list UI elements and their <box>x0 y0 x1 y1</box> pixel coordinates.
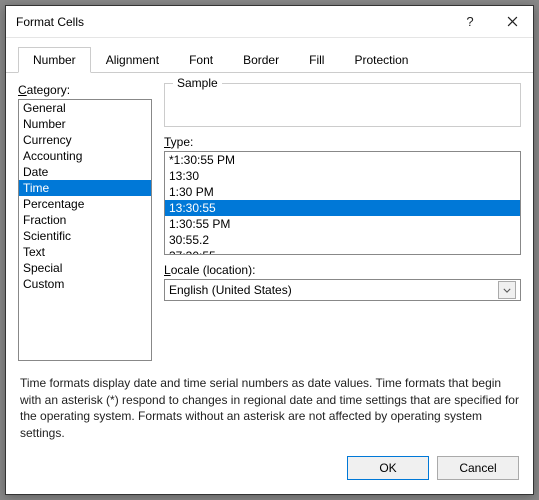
type-item[interactable]: 30:55.2 <box>165 232 520 248</box>
category-item[interactable]: Date <box>19 164 151 180</box>
titlebar: Format Cells ? <box>6 6 533 38</box>
category-item[interactable]: Scientific <box>19 228 151 244</box>
type-item[interactable]: 13:30 <box>165 168 520 184</box>
category-item[interactable]: Accounting <box>19 148 151 164</box>
category-item[interactable]: Special <box>19 260 151 276</box>
description-text: Time formats display date and time seria… <box>6 367 533 442</box>
tab-fill[interactable]: Fill <box>294 47 339 73</box>
category-item[interactable]: Time <box>19 180 151 196</box>
category-item[interactable]: General <box>19 100 151 116</box>
sample-label: Sample <box>173 76 222 90</box>
tab-border[interactable]: Border <box>228 47 294 73</box>
category-item[interactable]: Fraction <box>19 212 151 228</box>
tab-font[interactable]: Font <box>174 47 228 73</box>
locale-select[interactable]: English (United States) <box>164 279 521 301</box>
type-item[interactable]: 37:30:55 <box>165 248 520 255</box>
footer: OK Cancel <box>6 442 533 494</box>
type-item[interactable]: 1:30 PM <box>165 184 520 200</box>
locale-value: English (United States) <box>169 283 498 297</box>
cancel-button[interactable]: Cancel <box>437 456 519 480</box>
category-list[interactable]: GeneralNumberCurrencyAccountingDateTimeP… <box>18 99 152 361</box>
dialog-body: Category: GeneralNumberCurrencyAccountin… <box>6 73 533 367</box>
tabs: NumberAlignmentFontBorderFillProtection <box>6 38 533 73</box>
locale-label: Locale (location): <box>164 263 521 277</box>
category-item[interactable]: Custom <box>19 276 151 292</box>
type-label: Type: <box>164 135 521 149</box>
category-item[interactable]: Currency <box>19 132 151 148</box>
type-item[interactable]: 13:30:55 <box>165 200 520 216</box>
type-list[interactable]: *1:30:55 PM13:301:30 PM13:30:551:30:55 P… <box>164 151 521 255</box>
sample-box: Sample <box>164 83 521 127</box>
window-title: Format Cells <box>16 15 449 29</box>
close-button[interactable] <box>491 6 533 38</box>
tab-number[interactable]: Number <box>18 47 91 73</box>
format-cells-dialog: Format Cells ? NumberAlignmentFontBorder… <box>5 5 534 495</box>
category-label: Category: <box>18 83 152 97</box>
close-icon <box>507 16 518 27</box>
tab-alignment[interactable]: Alignment <box>91 47 174 73</box>
chevron-down-icon <box>498 281 516 299</box>
ok-button[interactable]: OK <box>347 456 429 480</box>
type-item[interactable]: 1:30:55 PM <box>165 216 520 232</box>
type-item[interactable]: *1:30:55 PM <box>165 152 520 168</box>
category-item[interactable]: Percentage <box>19 196 151 212</box>
left-panel: Category: GeneralNumberCurrencyAccountin… <box>18 83 152 361</box>
right-panel: Sample Type: *1:30:55 PM13:301:30 PM13:3… <box>164 83 521 361</box>
help-button[interactable]: ? <box>449 6 491 38</box>
tab-protection[interactable]: Protection <box>339 47 423 73</box>
category-item[interactable]: Number <box>19 116 151 132</box>
category-item[interactable]: Text <box>19 244 151 260</box>
